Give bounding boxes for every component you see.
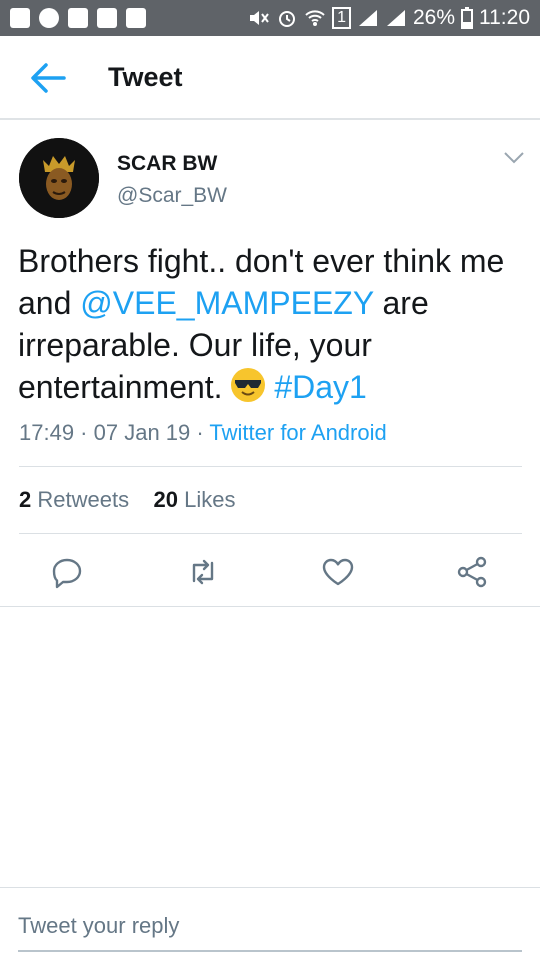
battery-percent: 26% [412,6,455,29]
avatar[interactable] [19,138,99,218]
tweet-date: 07 Jan 19 [93,420,191,445]
reply-bar [0,887,540,961]
retweet-icon[interactable] [185,554,221,590]
sunglasses-emoji-icon [231,368,266,402]
notification-icons [10,8,146,28]
battery-icon [461,7,473,29]
likes-stat[interactable]: 20 Likes [154,487,236,512]
app-bar: Tweet [0,36,540,120]
tweet-actions [0,548,540,594]
wifi-icon [305,10,325,26]
author-handle[interactable]: @Scar_BW [117,184,227,208]
share-icon[interactable] [454,554,490,590]
clock: 11:20 [479,6,530,29]
reply-icon[interactable] [49,554,85,590]
likes-count: 20 [153,487,179,512]
divider [19,466,522,467]
status-bar: 1 26% 11:20 [0,0,540,36]
facebook-icon [68,8,88,28]
like-icon[interactable] [320,554,356,590]
alarm-icon [279,11,296,27]
system-icons: 1 26% 11:20 [248,6,530,30]
hashtag-link[interactable]: #Day1 [274,369,367,405]
tweet-time: 17:49 [19,420,75,445]
avatar-image [19,138,99,218]
tweet-header: SCAR BW @Scar_BW [0,122,540,222]
facebook-icon [126,8,146,28]
tweet-meta: 17:49 · 07 Jan 19 · Twitter for Android [19,420,387,446]
message-icon [10,8,30,28]
divider [0,606,540,607]
likes-label: Likes [184,487,236,512]
retweets-count: 2 [19,487,32,512]
sim-badge: 1 [332,7,351,29]
chevron-down-icon[interactable] [502,150,526,166]
tweet-stats: 2 Retweets 20 Likes [19,487,236,513]
author-name[interactable]: SCAR BW [117,152,217,176]
facebook-icon [97,8,117,28]
music-icon [39,8,59,28]
signal-icon [386,10,405,26]
signal-icon [358,10,377,26]
mention-link[interactable]: @VEE_MAMPEEZY [80,285,373,321]
reply-input[interactable] [18,902,522,952]
retweets-stat[interactable]: 2 Retweets [19,487,129,512]
retweets-label: Retweets [37,487,130,512]
back-arrow-icon[interactable] [28,60,68,96]
meta-separator: · [190,420,210,445]
tweet-source-link[interactable]: Twitter for Android [209,420,386,445]
mute-icon [250,11,269,25]
page-title: Tweet [108,62,183,92]
meta-separator: · [74,420,94,445]
divider [19,533,522,534]
tweet-text: Brothers fight.. don't ever think me and… [18,240,528,408]
